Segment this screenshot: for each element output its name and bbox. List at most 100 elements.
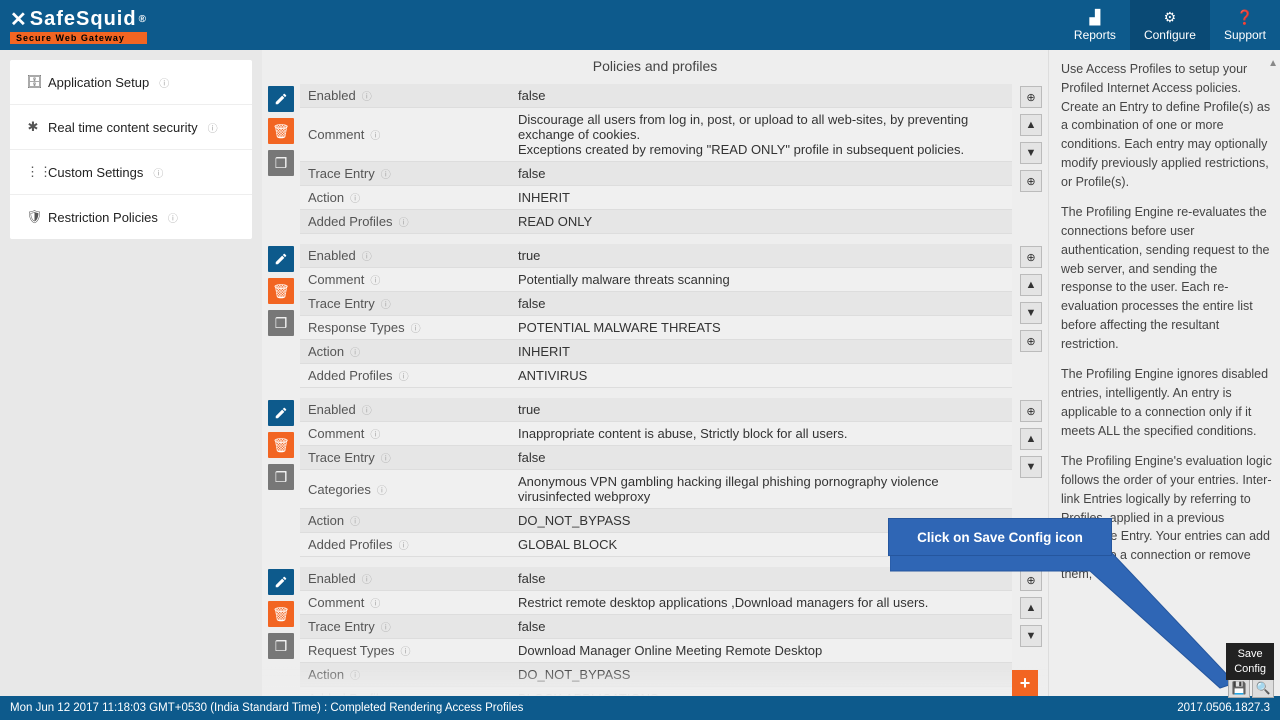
sidebar-item-realtime-content[interactable]: ✱ Real time content security ⓘ (10, 105, 252, 150)
nav-support[interactable]: ❓ Support (1210, 0, 1280, 50)
move-down-button[interactable]: ▼ (1020, 302, 1042, 324)
move-up-button[interactable]: ▲ (1020, 428, 1042, 450)
row-value: ANTIVIRUS (510, 364, 1012, 387)
info-icon: ⓘ (370, 127, 380, 142)
info-icon: ⓘ (411, 320, 421, 335)
logo: ✕ SafeSquid® Secure Web Gateway (10, 7, 147, 44)
row-label: Enabled ⓘ (300, 244, 510, 267)
scroll-up-icon[interactable]: ▲ (1268, 56, 1278, 71)
row-label: Enabled ⓘ (300, 84, 510, 107)
entry-row-comment: Comment ⓘDiscourage all users from log i… (300, 108, 1012, 162)
delete-entry-button[interactable]: 🗑 (268, 278, 294, 304)
save-config-button[interactable]: 💾 (1228, 678, 1250, 698)
row-label: Trace Entry ⓘ (300, 162, 510, 185)
row-label: Trace Entry ⓘ (300, 292, 510, 315)
entry-row-enabled: Enabled ⓘtrue (300, 244, 1012, 268)
gears-icon: ⚙ (1164, 9, 1177, 26)
info-icon: ⓘ (350, 190, 360, 205)
edit-entry-button[interactable] (268, 246, 294, 272)
briefcase-icon: 🗄 (26, 74, 40, 90)
entry-row-added-profiles: Added Profiles ⓘANTIVIRUS (300, 364, 1012, 388)
move-up-button[interactable]: ▲ (1020, 114, 1042, 136)
info-icon: ⓘ (399, 537, 409, 552)
annotation-arrow (890, 553, 1240, 693)
sidebar-item-custom-settings[interactable]: ⋮⋮ Custom Settings ⓘ (10, 150, 252, 195)
info-icon: ⓘ (362, 402, 372, 417)
status-bar: Mon Jun 12 2017 11:18:03 GMT+0530 (India… (0, 696, 1280, 720)
entry-row-trace: Trace Entry ⓘfalse (300, 292, 1012, 316)
row-value: false (510, 162, 1012, 185)
move-top-button[interactable]: ⊕ (1020, 246, 1042, 268)
info-icon: ⓘ (381, 450, 391, 465)
entry-row-trace: Trace Entry ⓘfalse (300, 446, 1012, 470)
row-label: Categories ⓘ (300, 470, 510, 508)
info-icon: ⓘ (400, 643, 410, 658)
entry-row-response-types: Response Types ⓘPOTENTIAL MALWARE THREAT… (300, 316, 1012, 340)
info-icon: ⓘ (381, 296, 391, 311)
help-icon: ❓ (1236, 9, 1253, 26)
row-value: Anonymous VPN gambling hacking illegal p… (510, 470, 1012, 508)
entry-row-categories: Categories ⓘAnonymous VPN gambling hacki… (300, 470, 1012, 509)
row-label: Enabled ⓘ (300, 567, 510, 590)
entry-row-comment: Comment ⓘPotentially malware threats sca… (300, 268, 1012, 292)
info-icon: ⓘ (168, 210, 178, 225)
row-label: Added Profiles ⓘ (300, 364, 510, 387)
save-config-tooltip: Save Config (1226, 643, 1274, 680)
info-icon: ⓘ (381, 166, 391, 181)
nav-configure[interactable]: ⚙ Configure (1130, 0, 1210, 50)
entry-row-enabled: Enabled ⓘfalse (300, 84, 1012, 108)
info-icon: ⓘ (350, 344, 360, 359)
delete-entry-button[interactable]: 🗑 (268, 601, 294, 627)
help-text: The Profiling Engine ignores disabled en… (1061, 365, 1272, 440)
clone-entry-button[interactable]: ❐ (268, 633, 294, 659)
status-text: Mon Jun 12 2017 11:18:03 GMT+0530 (India… (10, 702, 523, 714)
row-label: Response Types ⓘ (300, 316, 510, 339)
row-label: Action ⓘ (300, 509, 510, 532)
row-label: Comment ⓘ (300, 268, 510, 291)
sidebar-item-restriction-policies[interactable]: 🛡 Restriction Policies ⓘ (10, 195, 252, 239)
sidebar: 🗄 Application Setup ⓘ ✱ Real time conten… (0, 50, 262, 696)
nav-reports[interactable]: ▟ Reports (1060, 0, 1130, 50)
entry-row-comment: Comment ⓘInappropriate content is abuse,… (300, 422, 1012, 446)
top-nav: ▟ Reports ⚙ Configure ❓ Support (1060, 0, 1280, 50)
clone-entry-button[interactable]: ❐ (268, 464, 294, 490)
row-value: Potentially malware threats scanning (510, 268, 1012, 291)
info-icon: ⓘ (377, 482, 387, 497)
row-label: Request Types ⓘ (300, 639, 510, 662)
entry-row-action: Action ⓘINHERIT (300, 340, 1012, 364)
move-down-button[interactable]: ▼ (1020, 456, 1042, 478)
edit-entry-button[interactable] (268, 400, 294, 426)
info-icon: ⓘ (362, 571, 372, 586)
info-icon: ⓘ (159, 75, 169, 90)
move-down-button[interactable]: ▼ (1020, 142, 1042, 164)
clone-entry-button[interactable]: ❐ (268, 150, 294, 176)
info-icon: ⓘ (399, 691, 409, 696)
tagline: Secure Web Gateway (10, 32, 147, 44)
move-bottom-button[interactable]: ⊕ (1020, 170, 1042, 192)
move-bottom-button[interactable]: ⊕ (1020, 330, 1042, 352)
move-top-button[interactable]: ⊕ (1020, 400, 1042, 422)
search-button[interactable]: 🔍 (1252, 678, 1274, 698)
row-label: Action ⓘ (300, 340, 510, 363)
info-icon: ⓘ (153, 165, 163, 180)
row-label: Comment ⓘ (300, 591, 510, 614)
row-value: true (510, 398, 1012, 421)
info-icon: ⓘ (370, 595, 380, 610)
entry-row-enabled: Enabled ⓘtrue (300, 398, 1012, 422)
move-up-button[interactable]: ▲ (1020, 274, 1042, 296)
sidebar-item-application-setup[interactable]: 🗄 Application Setup ⓘ (10, 60, 252, 105)
delete-entry-button[interactable]: 🗑 (268, 118, 294, 144)
row-label: Trace Entry ⓘ (300, 446, 510, 469)
entry-row-added-profiles: Added Profiles ⓘREAD ONLY (300, 210, 1012, 234)
delete-entry-button[interactable]: 🗑 (268, 432, 294, 458)
edit-entry-button[interactable] (268, 569, 294, 595)
row-value: Discourage all users from log in, post, … (510, 108, 1012, 161)
row-label: Added Profiles ⓘ (300, 210, 510, 233)
row-label: Added Profiles ⓘ (300, 687, 510, 696)
info-icon: ⓘ (362, 248, 372, 263)
edit-entry-button[interactable] (268, 86, 294, 112)
row-value: false (510, 446, 1012, 469)
move-top-button[interactable]: ⊕ (1020, 86, 1042, 108)
row-label: Added Profiles ⓘ (300, 533, 510, 556)
clone-entry-button[interactable]: ❐ (268, 310, 294, 336)
